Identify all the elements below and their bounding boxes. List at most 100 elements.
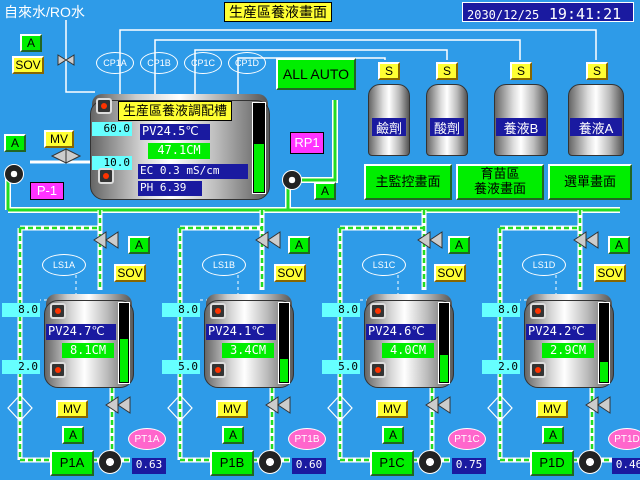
zone-c-auto-button[interactable]: A <box>448 236 470 254</box>
zone-b-pump-button[interactable]: P1B <box>210 450 254 476</box>
zone-c-pump-button[interactable]: P1C <box>370 450 414 476</box>
pv-temp: 24.1℃ <box>222 324 265 338</box>
zone-a-level-fill <box>120 339 128 382</box>
time-text: 19:41:21 <box>548 5 622 23</box>
ec-value: 0.3 <box>159 164 180 177</box>
main-tank-ph: PH 6.39 <box>138 181 202 196</box>
zone-d-pump-button[interactable]: P1D <box>530 450 574 476</box>
pv-label: PV <box>208 324 223 338</box>
pv-temp: 24.5℃ <box>156 124 199 138</box>
zone-c-pump-icon[interactable] <box>418 450 442 474</box>
level-switch-ls1d[interactable]: LS1D <box>522 254 566 276</box>
zone-d-auto-button[interactable]: A <box>608 236 630 254</box>
level-switch-ls1b[interactable]: LS1B <box>202 254 246 276</box>
feed-pump-cp1c[interactable]: CP1C <box>184 52 222 74</box>
chem-tank-3-label: 養液B <box>496 118 546 136</box>
datetime-display: 2030/12/25 19:41:21 <box>462 2 634 23</box>
zone-c-sp-high[interactable]: 8.0 <box>322 303 360 317</box>
main-tank-level-bar <box>252 102 266 194</box>
zone-b-sp-low[interactable]: 5.0 <box>162 360 200 374</box>
main-tank-title: 生産區養液調配槽 <box>118 101 233 121</box>
zone-a-high-lamp <box>50 303 66 319</box>
zone-b-mv-button[interactable]: MV <box>216 400 248 418</box>
p1-pump-icon[interactable] <box>4 164 24 184</box>
zone-b-high-lamp <box>210 303 226 319</box>
main-tank-sp-high[interactable]: 60.0 <box>92 122 132 136</box>
rp1-pump-label[interactable]: RP1 <box>290 132 324 154</box>
p1-pump-label[interactable]: P-1 <box>30 182 64 200</box>
chem4-s-button[interactable]: S <box>586 62 608 80</box>
zone-c-sp-low[interactable]: 5.0 <box>322 360 360 374</box>
zone-b-pressure-value: 0.60 <box>292 458 326 474</box>
chem3-s-button[interactable]: S <box>510 62 532 80</box>
date-text: 2030/12/25 <box>467 8 540 22</box>
inlet-auto-button[interactable]: A <box>20 34 42 52</box>
zone-a-level: 8.1CM <box>62 343 114 358</box>
zone-d-sov-button[interactable]: SOV <box>594 264 626 282</box>
pv-label: PV <box>48 324 63 338</box>
zone-c-level-fill <box>440 355 448 382</box>
main-tank-level-fill <box>254 144 264 192</box>
pv-label: PV <box>528 324 543 338</box>
zone-d-sp-high[interactable]: 8.0 <box>482 303 520 317</box>
zone-a-auto-button[interactable]: A <box>128 236 150 254</box>
zone-b-sov-button[interactable]: SOV <box>274 264 306 282</box>
nursery-screen-button[interactable]: 育苗區 養液畫面 <box>456 164 544 200</box>
zone-c-sov-button[interactable]: SOV <box>434 264 466 282</box>
p1-auto-button[interactable]: A <box>4 134 26 152</box>
inlet-mv-button[interactable]: MV <box>44 130 74 148</box>
zone-a-pv: PV24.7℃ <box>46 324 116 340</box>
main-monitor-button[interactable]: 主監控畫面 <box>364 164 452 200</box>
zone-d-level-fill <box>600 362 608 382</box>
pv-temp: 24.2℃ <box>542 324 585 338</box>
water-source-label: 自來水/RO水 <box>4 4 85 20</box>
level-switch-ls1a[interactable]: LS1A <box>42 254 86 276</box>
pressure-transmitter-pt1b[interactable]: PT1B <box>288 428 326 450</box>
zone-b-pump-icon[interactable] <box>258 450 282 474</box>
main-tank-level: 47.1CM <box>148 143 210 159</box>
zone-d-pump-icon[interactable] <box>578 450 602 474</box>
zone-d-high-lamp <box>530 303 546 319</box>
zone-b-pump-auto-button[interactable]: A <box>222 426 244 444</box>
feed-pump-cp1a[interactable]: CP1A <box>96 52 134 74</box>
pressure-transmitter-pt1d[interactable]: PT1D <box>608 428 640 450</box>
zone-a-pump-icon[interactable] <box>98 450 122 474</box>
rp1-pump-icon[interactable] <box>282 170 302 190</box>
feed-pump-cp1b[interactable]: CP1B <box>140 52 178 74</box>
zone-b-sp-high[interactable]: 8.0 <box>162 303 200 317</box>
chem-tank-2-label: 酸劑 <box>430 118 464 136</box>
zone-a-sp-low[interactable]: 2.0 <box>2 360 40 374</box>
main-tank-high-lamp <box>96 98 112 114</box>
zone-b-auto-button[interactable]: A <box>288 236 310 254</box>
level-switch-ls1c[interactable]: LS1C <box>362 254 406 276</box>
zone-a-pressure-value: 0.63 <box>132 458 166 474</box>
all-auto-button[interactable]: ALL AUTO <box>276 58 356 90</box>
zone-a-sov-button[interactable]: SOV <box>114 264 146 282</box>
pressure-transmitter-pt1c[interactable]: PT1C <box>448 428 486 450</box>
zone-d-level-bar <box>598 302 610 384</box>
chem1-s-button[interactable]: S <box>378 62 400 80</box>
zone-a-sp-high[interactable]: 8.0 <box>2 303 40 317</box>
zone-c-high-lamp <box>370 303 386 319</box>
zone-c-pressure-value: 0.75 <box>452 458 486 474</box>
zone-c-pump-auto-button[interactable]: A <box>382 426 404 444</box>
zone-d-mv-button[interactable]: MV <box>536 400 568 418</box>
zone-d-sp-low[interactable]: 2.0 <box>482 360 520 374</box>
zone-d-low-lamp <box>530 362 546 378</box>
zone-b-low-lamp <box>210 362 226 378</box>
feed-pump-cp1d[interactable]: CP1D <box>228 52 266 74</box>
menu-screen-button[interactable]: 選單畫面 <box>548 164 632 200</box>
zone-c-mv-button[interactable]: MV <box>376 400 408 418</box>
inlet-sov-button[interactable]: SOV <box>12 56 44 74</box>
rp1-auto-button[interactable]: A <box>314 182 336 200</box>
pv-label: PV <box>142 124 157 138</box>
pressure-transmitter-pt1a[interactable]: PT1A <box>128 428 166 450</box>
zone-a-pump-auto-button[interactable]: A <box>62 426 84 444</box>
zone-d-pump-auto-button[interactable]: A <box>542 426 564 444</box>
zone-a-mv-button[interactable]: MV <box>56 400 88 418</box>
zone-a-low-lamp <box>50 362 66 378</box>
zone-b-level-bar <box>278 302 290 384</box>
pv-temp: 24.7℃ <box>62 324 105 338</box>
zone-a-pump-button[interactable]: P1A <box>50 450 94 476</box>
chem2-s-button[interactable]: S <box>436 62 458 80</box>
